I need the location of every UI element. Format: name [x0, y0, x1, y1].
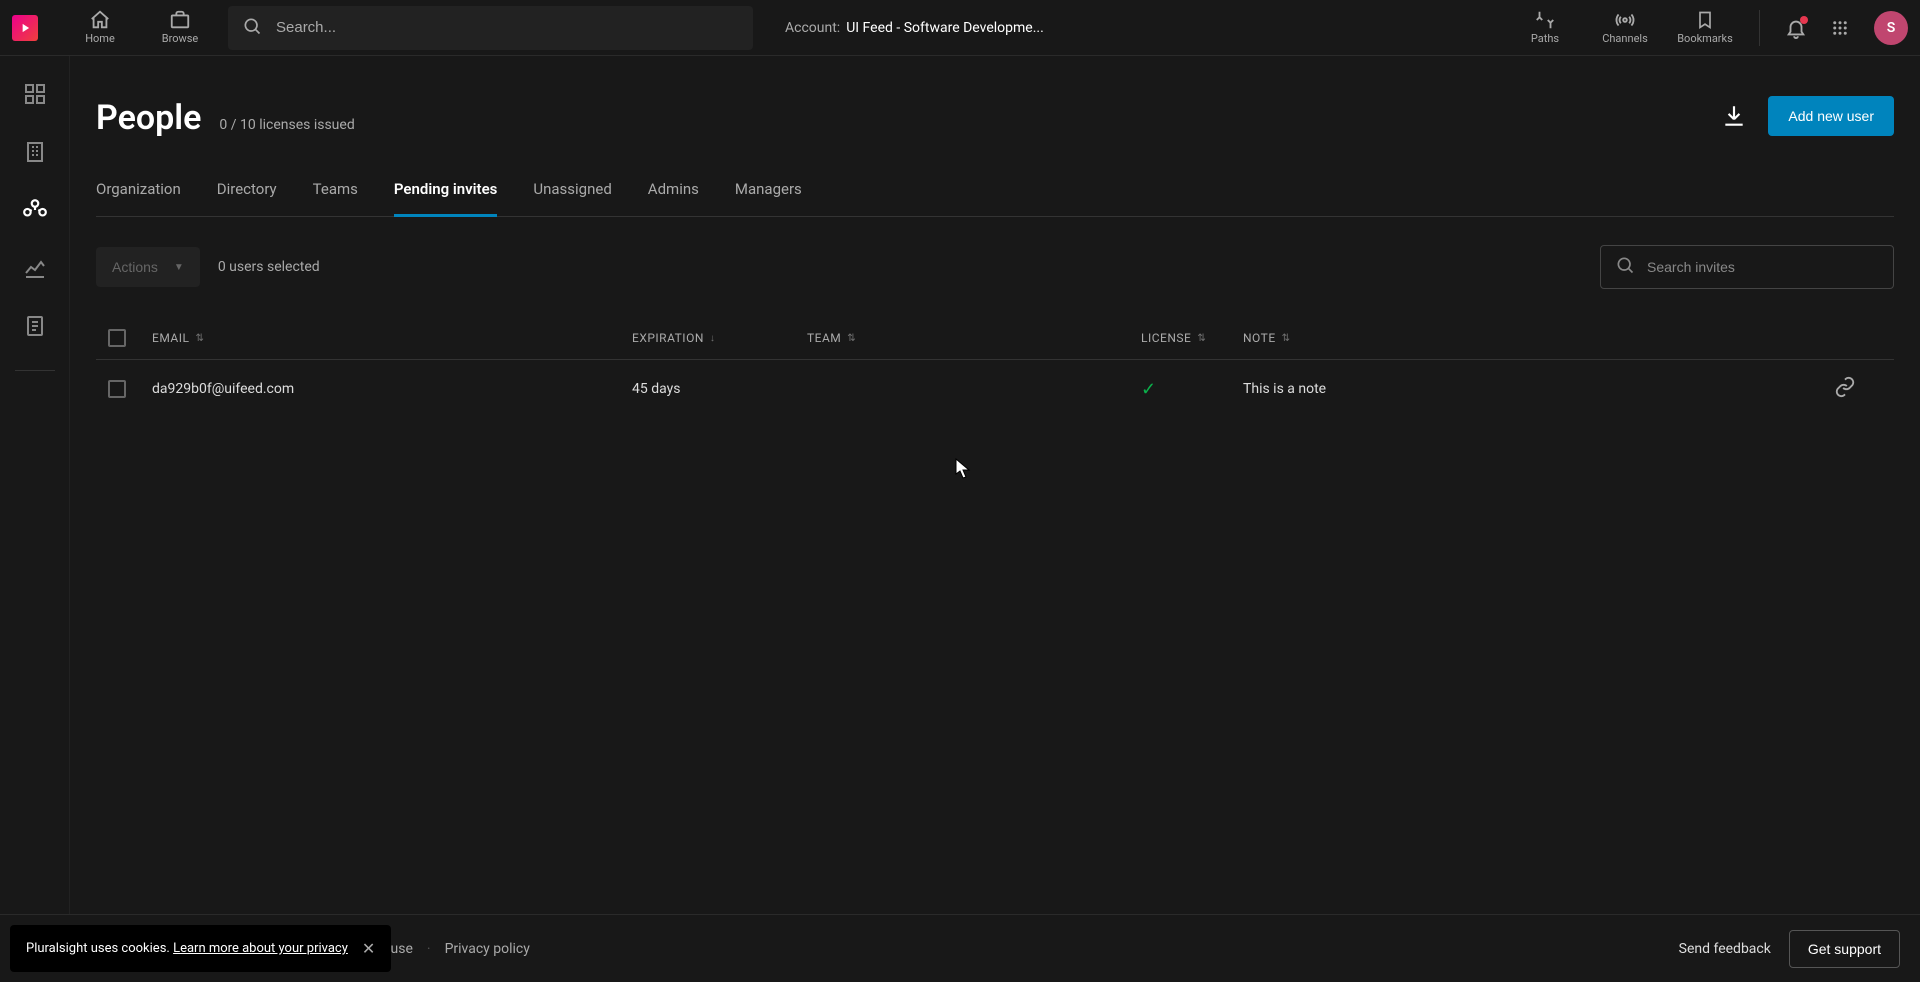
tab-teams[interactable]: Teams — [313, 170, 358, 217]
sidebar — [0, 56, 70, 914]
tab-organization[interactable]: Organization — [96, 170, 181, 217]
bookmark-icon — [1695, 10, 1715, 30]
column-expiration-label: EXPIRATION — [632, 331, 704, 345]
nav-browse-label: Browse — [162, 32, 199, 45]
page-title: People — [96, 98, 201, 138]
column-team-label: TEAM — [807, 331, 841, 345]
search-invites-input[interactable] — [1647, 259, 1879, 275]
footer-privacy[interactable]: Privacy policy — [445, 941, 530, 957]
column-note[interactable]: NOTE ⇅ — [1243, 331, 1834, 345]
column-email-label: EMAIL — [152, 331, 189, 345]
account-prefix: Account: — [785, 20, 840, 36]
nav-paths[interactable]: Paths — [1509, 4, 1581, 52]
nav-home-label: Home — [85, 32, 115, 45]
nav-paths-label: Paths — [1531, 32, 1559, 45]
nav-browse[interactable]: Browse — [144, 4, 216, 52]
caret-down-icon: ▼ — [174, 262, 184, 273]
send-feedback-link[interactable]: Send feedback — [1679, 941, 1771, 957]
sidebar-log-icon[interactable] — [21, 312, 49, 340]
search-icon — [242, 16, 262, 40]
search-input[interactable] — [276, 19, 739, 36]
broadcast-icon — [1614, 10, 1636, 30]
nav-bookmarks[interactable]: Bookmarks — [1669, 4, 1741, 52]
cell-license: ✓ — [1141, 379, 1243, 400]
brand-logo[interactable] — [12, 15, 38, 41]
license-count: 0 / 10 licenses issued — [219, 117, 354, 133]
home-icon — [89, 10, 111, 30]
tab-managers[interactable]: Managers — [735, 170, 802, 217]
avatar-initial: S — [1887, 20, 1896, 36]
account-selector[interactable]: Account: UI Feed - Software Developme... — [785, 20, 1044, 36]
search-invites-box[interactable] — [1600, 245, 1894, 289]
tab-unassigned[interactable]: Unassigned — [533, 170, 611, 217]
cookie-close-icon[interactable]: ✕ — [362, 939, 375, 958]
column-note-label: NOTE — [1243, 331, 1276, 345]
actions-dropdown[interactable]: Actions ▼ — [96, 247, 200, 287]
top-navigation: Home Browse Account: UI Feed - Software … — [0, 0, 1920, 56]
actions-label: Actions — [112, 259, 158, 275]
notifications-button[interactable] — [1778, 10, 1814, 46]
paths-icon — [1534, 10, 1556, 30]
table-row: da929b0f@uifeed.com 45 days ✓ This is a … — [96, 360, 1894, 418]
divider — [1759, 10, 1760, 46]
account-name: UI Feed - Software Developme... — [846, 20, 1044, 36]
cell-expiration: 45 days — [632, 381, 807, 397]
column-team[interactable]: TEAM ⇅ — [807, 331, 1141, 345]
main-content: People 0 / 10 licenses issued Add new us… — [70, 56, 1920, 914]
nav-home[interactable]: Home — [64, 4, 136, 52]
download-button[interactable] — [1720, 102, 1748, 130]
briefcase-icon — [169, 10, 191, 30]
cell-email: da929b0f@uifeed.com — [152, 381, 632, 397]
select-all-checkbox[interactable] — [108, 329, 126, 347]
get-support-button[interactable]: Get support — [1789, 930, 1900, 968]
sort-icon: ⇅ — [1197, 333, 1206, 344]
sidebar-dashboard-icon[interactable] — [21, 80, 49, 108]
column-email[interactable]: EMAIL ⇅ — [152, 331, 632, 345]
sort-icon: ⇅ — [195, 333, 204, 344]
check-icon: ✓ — [1141, 379, 1156, 400]
tabs: Organization Directory Teams Pending inv… — [96, 170, 1894, 217]
sort-icon: ⇅ — [847, 333, 856, 344]
sort-desc-icon: ↓ — [710, 333, 716, 344]
column-license[interactable]: LICENSE ⇅ — [1141, 331, 1243, 345]
notification-dot-icon — [1800, 16, 1808, 24]
copy-link-icon[interactable] — [1834, 386, 1856, 402]
cookie-text: Pluralsight uses cookies. — [26, 941, 170, 956]
global-search[interactable] — [228, 6, 753, 50]
cookie-learn-link[interactable]: Learn more about your privacy — [173, 941, 348, 956]
cookie-banner: Pluralsight uses cookies. Learn more abo… — [10, 925, 391, 972]
nav-channels[interactable]: Channels — [1589, 4, 1661, 52]
column-expiration[interactable]: EXPIRATION ↓ — [632, 331, 807, 345]
sort-icon: ⇅ — [1282, 333, 1291, 344]
sidebar-people-icon[interactable] — [21, 196, 49, 224]
row-checkbox[interactable] — [108, 380, 126, 398]
apps-button[interactable] — [1822, 10, 1858, 46]
sidebar-building-icon[interactable] — [21, 138, 49, 166]
add-user-button[interactable]: Add new user — [1768, 96, 1894, 136]
search-icon — [1615, 255, 1635, 279]
cell-note: This is a note — [1243, 381, 1834, 397]
tab-admins[interactable]: Admins — [648, 170, 699, 217]
user-avatar[interactable]: S — [1874, 11, 1908, 45]
selected-count: 0 users selected — [218, 259, 320, 275]
nav-channels-label: Channels — [1602, 32, 1648, 45]
column-license-label: LICENSE — [1141, 331, 1191, 345]
table-header: EMAIL ⇅ EXPIRATION ↓ TEAM ⇅ LICENSE ⇅ NO… — [96, 317, 1894, 360]
sidebar-separator — [15, 370, 55, 371]
sidebar-analytics-icon[interactable] — [21, 254, 49, 282]
nav-bookmarks-label: Bookmarks — [1677, 32, 1733, 45]
tab-directory[interactable]: Directory — [217, 170, 277, 217]
tab-pending-invites[interactable]: Pending invites — [394, 170, 497, 217]
